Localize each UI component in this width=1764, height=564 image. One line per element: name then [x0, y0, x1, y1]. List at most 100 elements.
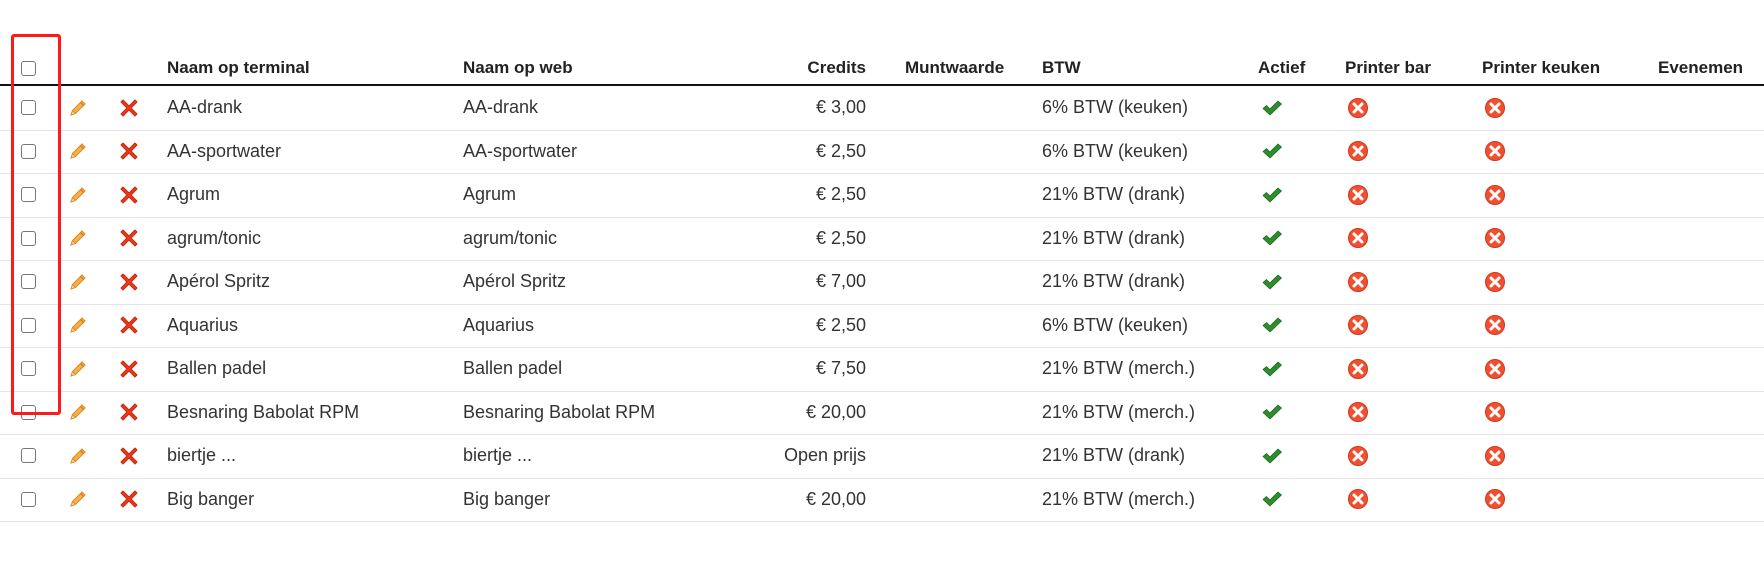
printer-bar-status[interactable] [1346, 434, 1370, 478]
edit-button[interactable] [66, 478, 90, 522]
delete-button[interactable] [116, 86, 142, 130]
edit-button[interactable] [66, 217, 90, 261]
credits-value: € 20,00 [805, 401, 866, 422]
muntwaarde-value [905, 130, 1035, 174]
header-naam-op-web[interactable]: Naam op web [463, 52, 743, 84]
printer-keuken-status[interactable] [1483, 347, 1507, 391]
printer-bar-status[interactable] [1346, 478, 1370, 522]
edit-button[interactable] [66, 391, 90, 435]
delete-button[interactable] [116, 478, 142, 522]
delete-button[interactable] [116, 434, 142, 478]
row-checkbox[interactable] [20, 491, 36, 507]
credits-value: € 2,50 [815, 140, 866, 161]
actief-status[interactable] [1260, 347, 1284, 391]
actief-status[interactable] [1260, 130, 1284, 174]
pencil-icon [68, 98, 88, 118]
printer-keuken-status[interactable] [1483, 173, 1507, 217]
row-checkbox[interactable] [20, 100, 36, 116]
btw-value: 21% BTW (drank) [1042, 445, 1186, 466]
btw-value: 21% BTW (drank) [1042, 184, 1186, 205]
delete-button[interactable] [116, 173, 142, 217]
btw-value: 21% BTW (merch.) [1042, 488, 1196, 509]
credits-value: € 20,00 [805, 488, 866, 509]
actief-status[interactable] [1260, 217, 1284, 261]
actief-status[interactable] [1260, 173, 1284, 217]
muntwaarde-value [905, 260, 1035, 304]
red-circle-x-icon [1484, 358, 1506, 380]
btw-value: 21% BTW (merch.) [1042, 401, 1196, 422]
header-printer-bar[interactable]: Printer bar [1345, 52, 1465, 84]
printer-bar-status[interactable] [1346, 86, 1370, 130]
row-checkbox[interactable] [20, 361, 36, 377]
printer-bar-status[interactable] [1346, 217, 1370, 261]
printer-keuken-status[interactable] [1483, 478, 1507, 522]
printer-bar-status[interactable] [1346, 260, 1370, 304]
row-checkbox[interactable] [20, 187, 36, 203]
row-checkbox[interactable] [20, 404, 36, 420]
edit-button[interactable] [66, 304, 90, 348]
checkmark-icon [1261, 403, 1283, 421]
actief-status[interactable] [1260, 304, 1284, 348]
delete-button[interactable] [116, 260, 142, 304]
muntwaarde-value [905, 391, 1035, 435]
red-circle-x-icon [1347, 184, 1369, 206]
pencil-icon [68, 272, 88, 292]
header-naam-op-terminal[interactable]: Naam op terminal [167, 52, 457, 84]
header-muntwaarde[interactable]: Muntwaarde [905, 52, 1035, 84]
header-btw[interactable]: BTW [1042, 52, 1242, 84]
edit-button[interactable] [66, 86, 90, 130]
muntwaarde-value [905, 304, 1035, 348]
row-select-cell [17, 391, 39, 435]
table-row: biertje ... biertje ... Open prijs 21% B… [0, 434, 1764, 479]
header-evenementen[interactable]: Evenemen [1658, 52, 1764, 84]
row-checkbox[interactable] [20, 317, 36, 333]
actief-status[interactable] [1260, 260, 1284, 304]
row-checkbox[interactable] [20, 274, 36, 290]
credits-value: € 7,00 [815, 271, 866, 292]
actief-status[interactable] [1260, 434, 1284, 478]
actief-status[interactable] [1260, 391, 1284, 435]
printer-bar-status[interactable] [1346, 347, 1370, 391]
printer-bar-status[interactable] [1346, 173, 1370, 217]
pencil-icon [68, 141, 88, 161]
printer-keuken-status[interactable] [1483, 86, 1507, 130]
edit-button[interactable] [66, 173, 90, 217]
row-select-cell [17, 478, 39, 522]
checkmark-icon [1261, 490, 1283, 508]
naam-op-web: Ballen padel [463, 358, 563, 379]
pencil-icon [68, 228, 88, 248]
printer-keuken-status[interactable] [1483, 130, 1507, 174]
actief-status[interactable] [1260, 478, 1284, 522]
edit-button[interactable] [66, 347, 90, 391]
row-checkbox[interactable] [20, 230, 36, 246]
row-checkbox[interactable] [20, 448, 36, 464]
naam-op-terminal: AA-sportwater [167, 140, 282, 161]
printer-bar-status[interactable] [1346, 304, 1370, 348]
red-circle-x-icon [1484, 97, 1506, 119]
actief-status[interactable] [1260, 86, 1284, 130]
select-all-checkbox[interactable] [20, 60, 36, 76]
edit-button[interactable] [66, 130, 90, 174]
delete-button[interactable] [116, 347, 142, 391]
btw-value: 6% BTW (keuken) [1042, 140, 1189, 161]
printer-keuken-status[interactable] [1483, 304, 1507, 348]
header-actief[interactable]: Actief [1258, 52, 1328, 84]
printer-keuken-status[interactable] [1483, 391, 1507, 435]
printer-keuken-status[interactable] [1483, 434, 1507, 478]
row-checkbox[interactable] [20, 143, 36, 159]
delete-button[interactable] [116, 391, 142, 435]
header-printer-keuken[interactable]: Printer keuken [1482, 52, 1642, 84]
delete-button[interactable] [116, 304, 142, 348]
printer-bar-status[interactable] [1346, 391, 1370, 435]
printer-bar-status[interactable] [1346, 130, 1370, 174]
header-credits[interactable]: Credits [740, 52, 866, 84]
edit-button[interactable] [66, 260, 90, 304]
delete-button[interactable] [116, 130, 142, 174]
printer-keuken-status[interactable] [1483, 260, 1507, 304]
edit-button[interactable] [66, 434, 90, 478]
red-circle-x-icon [1484, 140, 1506, 162]
naam-op-terminal: biertje ... [167, 445, 237, 466]
muntwaarde-value [905, 86, 1035, 130]
delete-button[interactable] [116, 217, 142, 261]
printer-keuken-status[interactable] [1483, 217, 1507, 261]
